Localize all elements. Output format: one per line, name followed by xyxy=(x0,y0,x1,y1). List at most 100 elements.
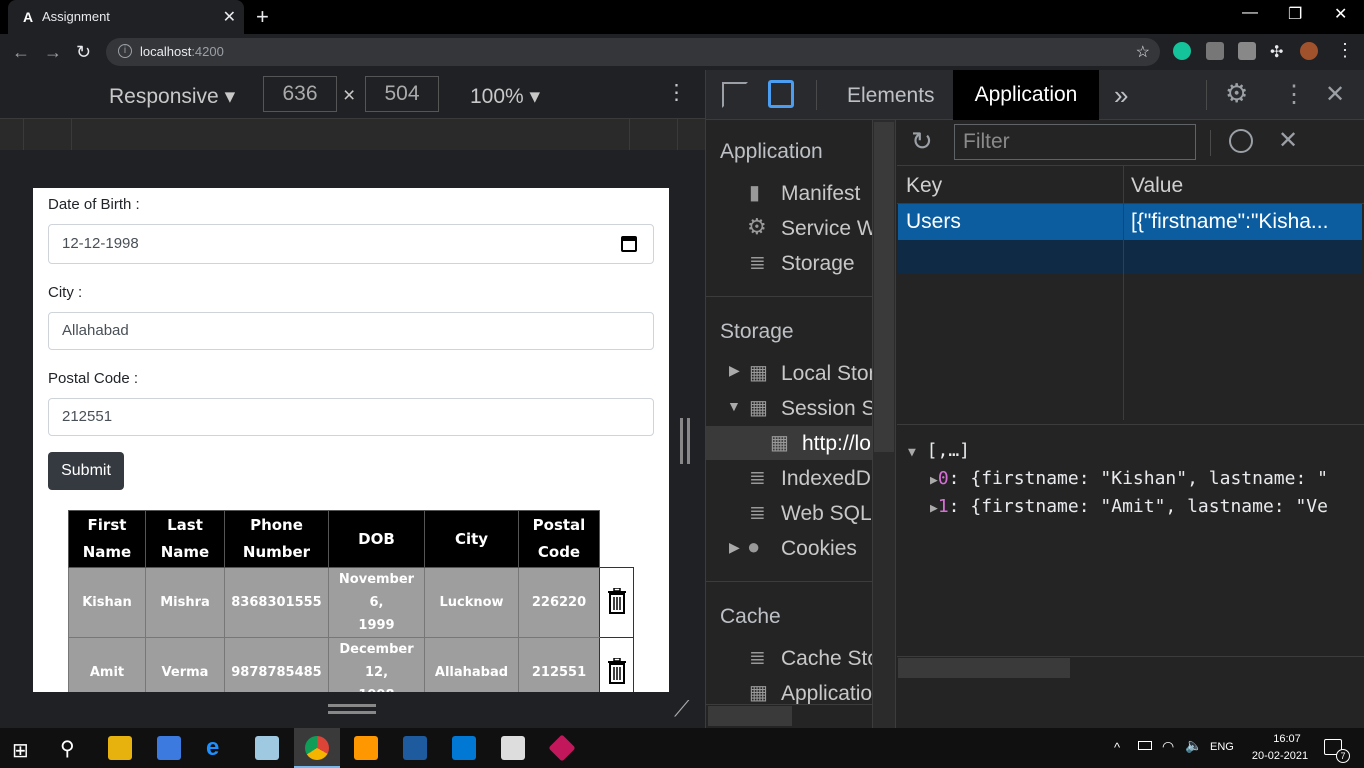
file-explorer-icon[interactable] xyxy=(108,736,132,760)
clock-date[interactable]: 20-02-2021 xyxy=(1250,750,1310,762)
info-icon[interactable]: i xyxy=(118,44,132,58)
dob-input[interactable]: 12-12-1998 xyxy=(48,224,654,264)
sidebar-item-cookies[interactable]: Cookies xyxy=(781,537,857,561)
calendar-icon[interactable] xyxy=(621,236,637,252)
database-icon: ≣ xyxy=(749,502,766,524)
divider xyxy=(816,80,817,110)
device-toggle-icon[interactable] xyxy=(768,80,794,108)
key-column-header[interactable]: Key xyxy=(906,174,942,198)
users-table: First Name Last Name Phone Number DOB City … xyxy=(68,510,634,692)
sidebar-item-websql[interactable]: Web SQL xyxy=(781,502,872,526)
storage-row-empty[interactable] xyxy=(898,240,1362,274)
wifi-icon[interactable]: ◠ xyxy=(1162,738,1174,755)
sidebar-hscroll-thumb[interactable] xyxy=(708,706,792,726)
sidebar-scrollbar-thumb[interactable] xyxy=(874,122,894,452)
filter-input[interactable]: Filter xyxy=(954,124,1196,160)
puzzle-extensions-icon[interactable]: ✣ xyxy=(1270,42,1288,61)
browser-tab[interactable]: A Assignment ✕ xyxy=(8,0,244,34)
remote-desktop-icon[interactable] xyxy=(501,736,525,760)
settings-gear-icon[interactable]: ⚙ xyxy=(1225,78,1248,109)
grid-icon: ▦ xyxy=(749,397,768,419)
extension-icon[interactable] xyxy=(1206,42,1224,60)
app-icon[interactable] xyxy=(255,736,279,760)
sidebar-item-indexeddb[interactable]: IndexedD xyxy=(781,467,871,491)
expand-arrow-icon[interactable]: ▶ xyxy=(729,539,740,556)
sidebar-item-local-storage[interactable]: Local Stor xyxy=(781,362,876,386)
devtools-menu-icon[interactable]: ⋮ xyxy=(1282,80,1306,109)
sidebar-item-session-storage[interactable]: Session St xyxy=(781,397,881,421)
preview-item-0[interactable]: ▶0: {firstname: "Kishan", lastname: " xyxy=(930,468,1362,489)
sidebar-item-service-workers[interactable]: Service W xyxy=(781,217,877,241)
preview-item-1[interactable]: ▶1: {firstname: "Amit", lastname: "Ve xyxy=(930,496,1362,517)
new-tab-icon[interactable]: + xyxy=(256,4,269,30)
zoom-dropdown[interactable]: 100% ▾ xyxy=(470,84,540,109)
inspect-element-icon[interactable] xyxy=(722,82,748,108)
vscode-icon[interactable] xyxy=(452,736,476,760)
minimize-icon[interactable]: — xyxy=(1242,4,1258,22)
edge-icon[interactable]: e xyxy=(206,736,230,760)
gear-icon: ⚙ xyxy=(747,214,767,239)
width-input[interactable]: 636 xyxy=(263,76,337,112)
tab-elements[interactable]: Elements xyxy=(847,84,935,108)
ruler-segment xyxy=(24,118,72,150)
sidebar-item-session-origin[interactable]: http://lo xyxy=(802,432,871,456)
url-text: localhost:4200 xyxy=(140,44,224,59)
sidebar-item-manifest[interactable]: Manifest xyxy=(781,182,860,206)
chrome-icon[interactable] xyxy=(305,736,329,760)
extension-icon[interactable] xyxy=(1238,42,1256,60)
delete-selected-icon[interactable]: ✕ xyxy=(1278,126,1298,155)
battery-icon[interactable] xyxy=(1138,741,1152,750)
resize-handle-bottom[interactable] xyxy=(328,704,376,714)
more-tabs-icon[interactable]: » xyxy=(1114,80,1128,111)
postal-code-label: Postal Code : xyxy=(48,370,139,387)
grammarly-icon[interactable] xyxy=(1173,42,1191,60)
tab-application[interactable]: Application xyxy=(953,70,1099,120)
expand-arrow-icon[interactable]: ▶ xyxy=(729,362,740,379)
tray-overflow-icon[interactable]: ^ xyxy=(1114,740,1120,755)
language-indicator[interactable]: ENG xyxy=(1210,741,1234,753)
windows-start-icon[interactable]: ⊞ xyxy=(12,738,29,763)
delete-button[interactable] xyxy=(599,637,634,692)
taskbar xyxy=(0,728,1364,768)
restore-icon[interactable]: ❐ xyxy=(1288,4,1302,24)
close-devtools-icon[interactable]: ✕ xyxy=(1325,80,1345,109)
close-window-icon[interactable]: ✕ xyxy=(1334,4,1347,24)
postal-code-input[interactable]: 212551 xyxy=(48,398,654,436)
avatar[interactable] xyxy=(1300,42,1318,60)
menu-icon[interactable]: ⋮ xyxy=(1336,40,1354,61)
resize-corner-icon[interactable]: ⟋ xyxy=(674,696,689,722)
store-icon[interactable] xyxy=(157,736,181,760)
column-header: Phone Number xyxy=(224,510,329,568)
more-options-icon[interactable]: ⋮ xyxy=(666,80,687,105)
sidebar-item-application-cache[interactable]: Applicatio xyxy=(781,682,872,704)
refresh-icon[interactable]: ↻ xyxy=(911,126,933,157)
collapse-arrow-icon[interactable]: ▼ xyxy=(727,398,741,414)
sublime-icon[interactable] xyxy=(354,736,378,760)
submit-button[interactable]: Submit xyxy=(48,452,124,490)
powershell-icon[interactable] xyxy=(403,736,427,760)
clock-time[interactable]: 16:07 xyxy=(1262,733,1312,745)
volume-icon[interactable]: 🔈 xyxy=(1185,737,1202,754)
cell-phone: 9878785485 xyxy=(224,637,329,692)
preview-root[interactable]: ▼ [,…] xyxy=(908,440,970,461)
back-icon[interactable]: ← xyxy=(12,42,30,63)
clear-all-icon[interactable] xyxy=(1229,129,1253,153)
reload-icon[interactable]: ↻ xyxy=(76,42,91,63)
sidebar-item-storage[interactable]: Storage xyxy=(781,252,855,276)
sidebar-item-cache-storage[interactable]: Cache Sto xyxy=(781,647,879,671)
forward-icon[interactable]: → xyxy=(44,42,62,63)
file-icon: ▮ xyxy=(749,182,761,204)
address-bar[interactable]: i localhost:4200 ☆ xyxy=(106,38,1160,66)
divider xyxy=(1206,80,1207,110)
close-tab-icon[interactable]: ✕ xyxy=(223,7,236,27)
table-row: Amit Verma 9878785485 December 12,1998 A… xyxy=(68,637,634,692)
bookmark-star-icon[interactable]: ☆ xyxy=(1136,42,1150,62)
city-input[interactable]: Allahabad xyxy=(48,312,654,350)
value-column-header[interactable]: Value xyxy=(1131,174,1183,198)
delete-button[interactable] xyxy=(599,567,634,638)
resize-handle-right[interactable] xyxy=(680,418,690,464)
search-icon[interactable]: ⚲ xyxy=(60,736,75,761)
height-input[interactable]: 504 xyxy=(365,76,439,112)
preview-hscroll-thumb[interactable] xyxy=(898,658,1070,678)
responsive-dropdown[interactable]: Responsive ▾ xyxy=(109,84,235,109)
